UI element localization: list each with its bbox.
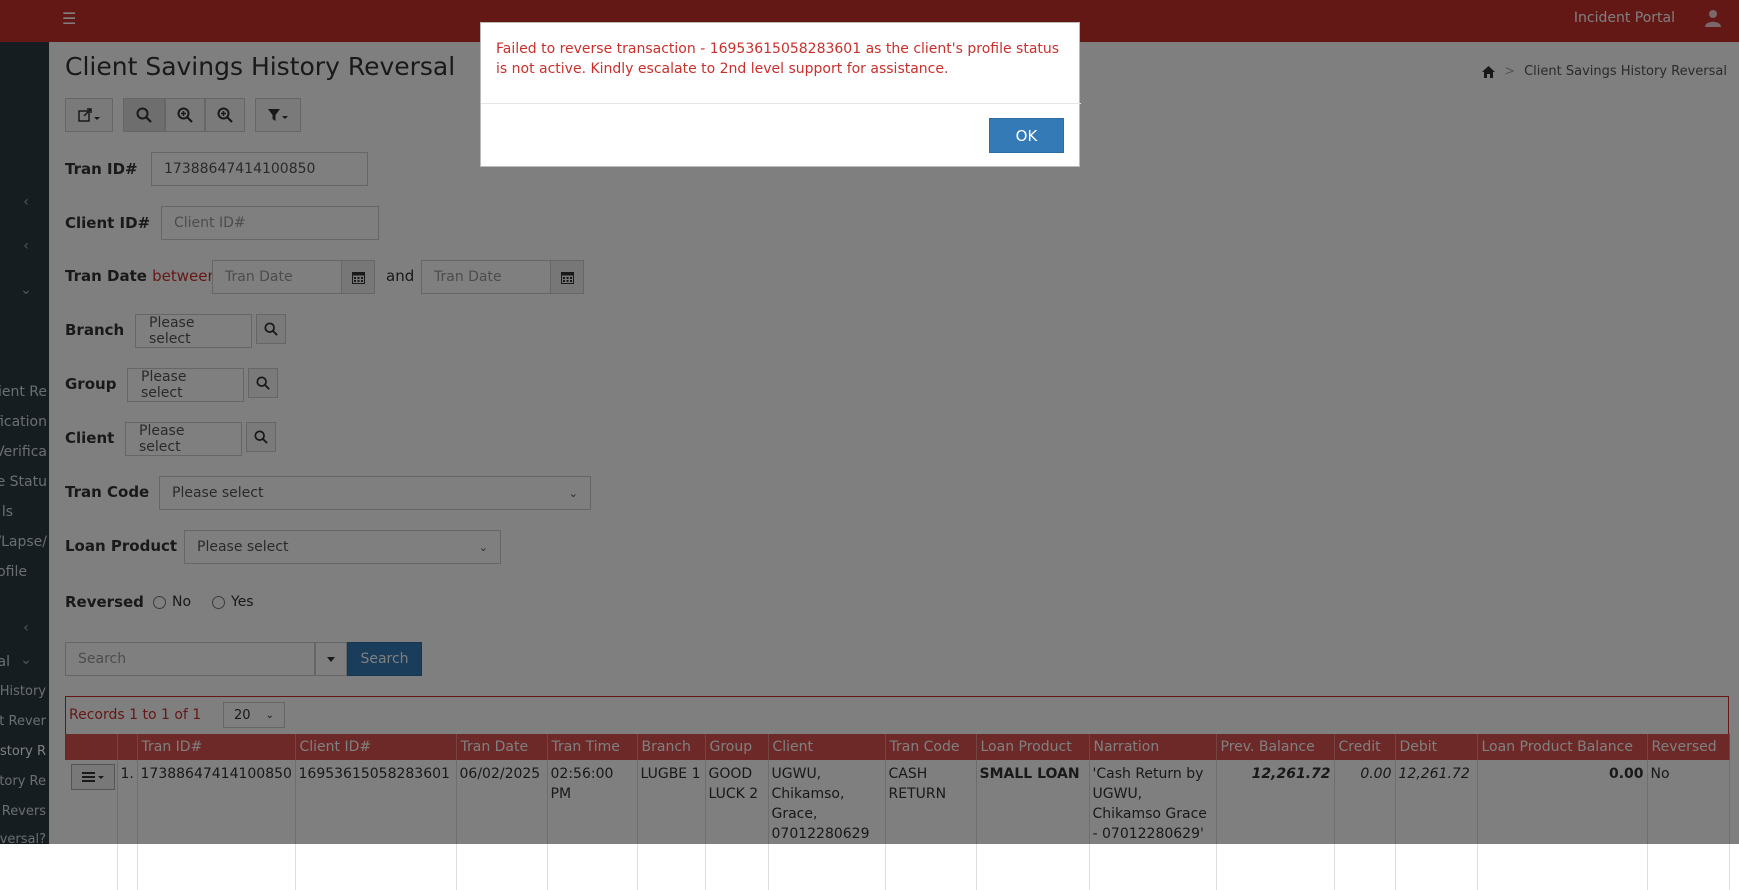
error-message: Failed to reverse transaction - 16953615… bbox=[496, 41, 1060, 77]
ok-button[interactable]: OK bbox=[989, 118, 1064, 153]
error-dialog: Failed to reverse transaction - 16953615… bbox=[480, 22, 1081, 167]
dialog-divider bbox=[481, 103, 1081, 104]
